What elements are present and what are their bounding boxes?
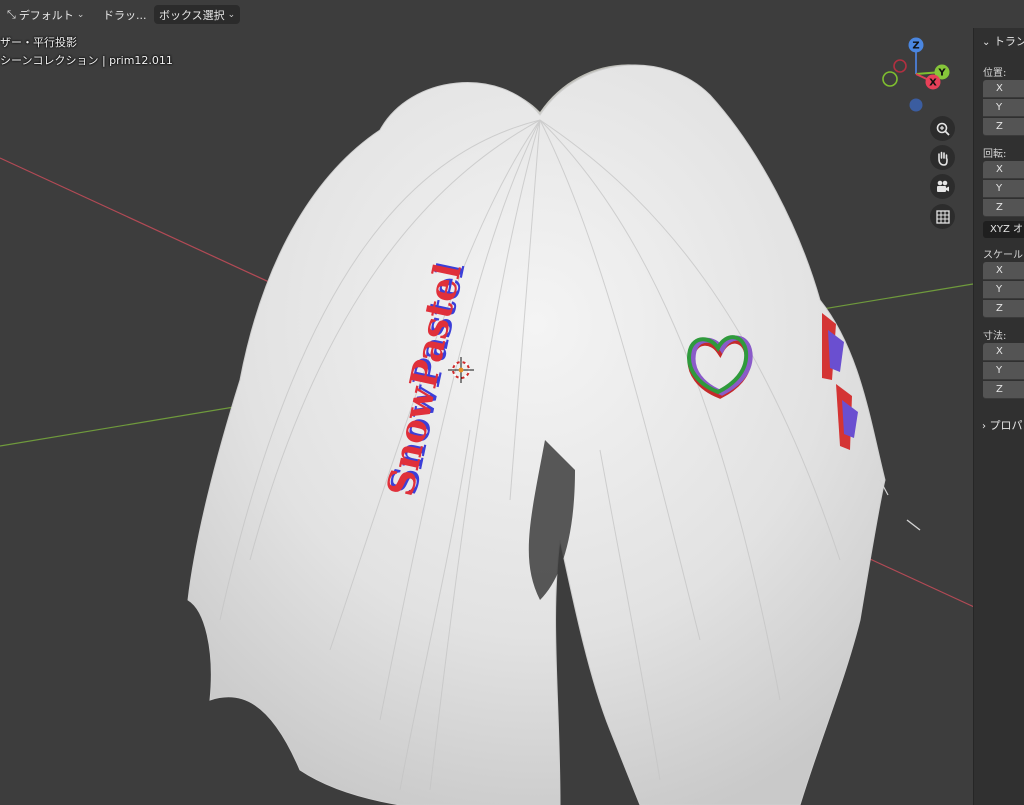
zoom-icon [936, 122, 950, 136]
view-name-label: ザー・平行投影 [0, 36, 77, 49]
dimensions-label: 寸法: [983, 331, 1007, 342]
hair-mesh [187, 64, 921, 805]
scale-y-field[interactable]: Y [983, 281, 1024, 299]
svg-text:Z: Z [912, 41, 919, 52]
orientation-icon: ⤡ [7, 7, 16, 21]
viewport-scene: SnowPastel SnowPastel [0, 64, 1024, 805]
chevron-down-icon: ⌄ [227, 9, 236, 20]
rotation-label: 回転: [983, 149, 1007, 160]
svg-text:Y: Y [937, 68, 946, 79]
svg-text:X: X [929, 78, 937, 89]
chevron-down-icon: ⌄ [76, 9, 85, 20]
scale-x-field[interactable]: X [983, 262, 1024, 280]
collection-label: シーンコレクション | prim12.011 [0, 54, 173, 67]
scale-z-field[interactable]: Z [983, 300, 1024, 318]
chevron-right-icon: › [982, 421, 986, 432]
drag-menu[interactable]: ドラッ... [98, 5, 152, 24]
select-mode-menu[interactable]: ボックス選択 ⌄ [154, 5, 241, 24]
transform-sidebar[interactable]: ⌄ トラン 位置: X Y Z 回転: X Y Z XYZ オ スケール X Y… [973, 28, 1024, 805]
zoom-button[interactable] [930, 116, 955, 141]
grid-icon [935, 209, 950, 224]
perspective-toggle-button[interactable] [930, 204, 955, 229]
rotation-mode-dropdown[interactable]: XYZ オ [983, 221, 1024, 238]
camera-view-button[interactable] [930, 174, 955, 199]
3d-viewport[interactable]: SnowPastel SnowPastel ⤡ デフォルト ⌄ ドラッ... ボ… [0, 0, 1024, 805]
scale-label: スケール [983, 250, 1023, 261]
transform-panel-header[interactable]: ⌄ トラン [982, 33, 1024, 49]
properties-panel-header[interactable]: › プロパ [982, 417, 1023, 433]
rotation-z-field[interactable]: Z [983, 199, 1024, 217]
rotation-x-field[interactable]: X [983, 161, 1024, 179]
orientation-label: デフォルト [18, 8, 74, 22]
location-z-field[interactable]: Z [983, 118, 1024, 136]
chevron-down-icon: ⌄ [982, 37, 991, 48]
navigation-gizmo[interactable]: Z Y X [878, 36, 958, 118]
transform-orientation-menu[interactable]: ⤡ デフォルト ⌄ [2, 5, 89, 24]
select-mode-label: ボックス選択 [159, 8, 225, 22]
camera-icon [936, 180, 949, 192]
rotation-y-field[interactable]: Y [983, 180, 1024, 198]
dimensions-y-field[interactable]: Y [983, 362, 1024, 380]
location-label: 位置: [983, 68, 1007, 79]
dimensions-x-field[interactable]: X [983, 343, 1024, 361]
drag-label: ドラッ... [103, 8, 147, 22]
location-x-field[interactable]: X [983, 80, 1024, 98]
location-y-field[interactable]: Y [983, 99, 1024, 117]
properties-panel-title: プロパ [989, 419, 1023, 432]
pan-hand-icon [937, 151, 948, 166]
dimensions-z-field[interactable]: Z [983, 381, 1024, 399]
transform-panel-title: トラン [993, 35, 1024, 48]
pan-button[interactable] [930, 145, 955, 170]
